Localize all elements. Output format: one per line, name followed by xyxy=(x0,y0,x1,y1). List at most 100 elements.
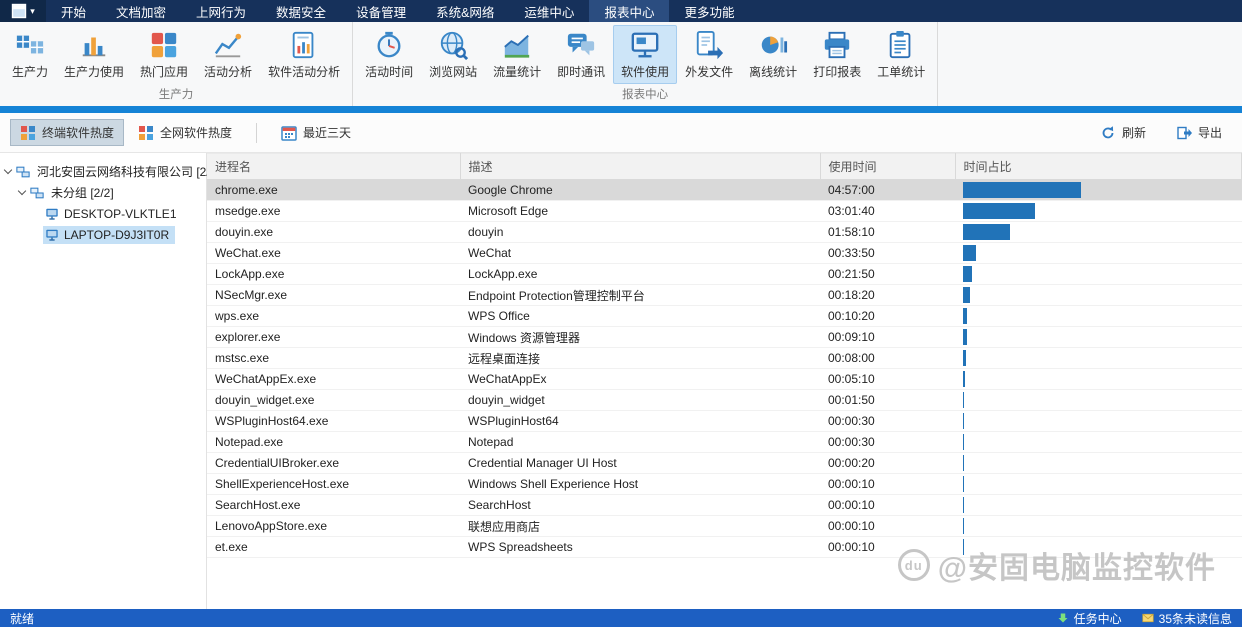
cell-time: 00:33:50 xyxy=(820,243,955,264)
ribbon-item-activity-analysis[interactable]: 活动分析 xyxy=(196,25,260,84)
export-button[interactable]: 导出 xyxy=(1166,119,1232,146)
cell-process: NSecMgr.exe xyxy=(207,285,460,306)
table-row[interactable]: WeChat.exeWeChat00:33:50 xyxy=(207,243,1242,264)
ribbon-item-traffic[interactable]: 流量统计 xyxy=(485,25,549,84)
cell-desc: WPS Office xyxy=(460,306,820,327)
tree-item-ungrouped[interactable]: 未分组 [2/2] xyxy=(0,182,206,203)
date-range-button[interactable]: 最近三天 xyxy=(271,119,361,146)
network-software-heat-button[interactable]: 全网软件热度 xyxy=(128,119,242,146)
outgoing-file-icon xyxy=(694,30,724,60)
cell-time: 00:09:10 xyxy=(820,327,955,348)
usage-bar xyxy=(963,497,964,513)
ribbon-group-label: 生产力 xyxy=(4,84,348,106)
table-row[interactable]: douyin_widget.exedouyin_widget00:01:50 xyxy=(207,390,1242,411)
table-row[interactable]: NSecMgr.exeEndpoint Protection管理控制平台00:1… xyxy=(207,285,1242,306)
table-row[interactable]: LenovoAppStore.exe联想应用商店00:00:10 xyxy=(207,516,1242,537)
table-row[interactable]: LockApp.exeLockApp.exe00:21:50 xyxy=(207,264,1242,285)
cell-usage-bar xyxy=(955,516,1242,537)
tree-item-computer[interactable]: DESKTOP-VLKTLE1 xyxy=(0,203,206,224)
table-row[interactable]: wps.exeWPS Office00:10:20 xyxy=(207,306,1242,327)
task-center-button[interactable]: 任务中心 xyxy=(1057,610,1122,627)
column-header[interactable]: 使用时间 xyxy=(820,154,955,180)
software-usage-icon xyxy=(630,30,660,60)
app-menu-button[interactable]: ▾ xyxy=(0,0,46,22)
menubar-item-5[interactable]: 设备管理 xyxy=(341,0,421,22)
usage-bar xyxy=(963,539,964,555)
column-header[interactable]: 时间占比 xyxy=(955,154,1242,180)
table-header-row: 进程名描述使用时间时间占比 xyxy=(207,154,1242,180)
cell-usage-bar xyxy=(955,285,1242,306)
table-row[interactable]: CredentialUIBroker.exeCredential Manager… xyxy=(207,453,1242,474)
usage-bar xyxy=(963,413,964,429)
cell-desc: LockApp.exe xyxy=(460,264,820,285)
ribbon-item-offline-stats[interactable]: 离线统计 xyxy=(741,25,805,84)
terminal-software-heat-button[interactable]: 终端软件热度 xyxy=(10,119,124,146)
usage-bar xyxy=(963,434,964,450)
table-row[interactable]: ShellExperienceHost.exeWindows Shell Exp… xyxy=(207,474,1242,495)
ribbon-item-productivity-grid[interactable]: 生产力 xyxy=(4,25,56,84)
ribbon-item-software-activity[interactable]: 软件活动分析 xyxy=(260,25,348,84)
main-area: 河北安固云网络科技有限公司 [2/2] 未分组 [2/2] DESKTOP-VL… xyxy=(0,153,1242,609)
table-row[interactable]: et.exeWPS Spreadsheets00:00:10 xyxy=(207,537,1242,558)
ribbon-item-software-usage[interactable]: 软件使用 xyxy=(613,25,677,84)
table-row[interactable]: msedge.exeMicrosoft Edge03:01:40 xyxy=(207,201,1242,222)
statusbar-right: 任务中心 35条未读信息 xyxy=(1057,610,1232,627)
cell-desc: Windows 资源管理器 xyxy=(460,327,820,348)
cell-usage-bar xyxy=(955,348,1242,369)
ribbon-item-chat[interactable]: 即时通讯 xyxy=(549,25,613,84)
table-row[interactable]: SearchHost.exeSearchHost00:00:10 xyxy=(207,495,1242,516)
menubar-item-1[interactable]: 开始 xyxy=(46,0,101,22)
cell-usage-bar xyxy=(955,453,1242,474)
export-icon xyxy=(1176,125,1192,141)
menubar-item-4[interactable]: 数据安全 xyxy=(261,0,341,22)
expand-arrow-icon[interactable] xyxy=(18,187,26,195)
menubar-item-7[interactable]: 运维中心 xyxy=(509,0,589,22)
cell-process: WeChat.exe xyxy=(207,243,460,264)
ribbon-item-hot-apps[interactable]: 热门应用 xyxy=(132,25,196,84)
cell-desc: WPS Spreadsheets xyxy=(460,537,820,558)
cell-usage-bar xyxy=(955,243,1242,264)
cell-desc: 联想应用商店 xyxy=(460,516,820,537)
usage-bar xyxy=(963,350,966,366)
tree-item-computer[interactable]: LAPTOP-D9J3IT0R xyxy=(0,224,206,245)
ribbon-item-globe[interactable]: 浏览网站 xyxy=(421,25,485,84)
ribbon-item-outgoing-file[interactable]: 外发文件 xyxy=(677,25,741,84)
menubar-item-6[interactable]: 系统&网络 xyxy=(421,0,509,22)
column-header[interactable]: 进程名 xyxy=(207,154,460,180)
ribbon-item-work-order[interactable]: 工单统计 xyxy=(869,25,933,84)
cell-process: ShellExperienceHost.exe xyxy=(207,474,460,495)
unread-messages-button[interactable]: 35条未读信息 xyxy=(1142,610,1232,627)
usage-bar xyxy=(963,371,965,387)
cell-process: LockApp.exe xyxy=(207,264,460,285)
menubar-item-3[interactable]: 上网行为 xyxy=(181,0,261,22)
task-center-label: 任务中心 xyxy=(1074,610,1122,627)
table-row[interactable]: explorer.exeWindows 资源管理器00:09:10 xyxy=(207,327,1242,348)
column-header[interactable]: 描述 xyxy=(460,154,820,180)
ribbon-item-productivity-usage[interactable]: 生产力使用 xyxy=(56,25,132,84)
activity-analysis-icon xyxy=(213,30,243,60)
table-row[interactable]: WSPluginHost64.exeWSPluginHost6400:00:30 xyxy=(207,411,1242,432)
expand-arrow-icon[interactable] xyxy=(4,166,12,174)
table-row[interactable]: Notepad.exeNotepad00:00:30 xyxy=(207,432,1242,453)
ribbon-item-label: 浏览网站 xyxy=(429,63,477,80)
cell-time: 00:00:10 xyxy=(820,474,955,495)
cell-usage-bar xyxy=(955,474,1242,495)
ribbon-item-printer[interactable]: 打印报表 xyxy=(805,25,869,84)
table-row[interactable]: WeChatAppEx.exeWeChatAppEx00:05:10 xyxy=(207,369,1242,390)
menubar-item-8[interactable]: 报表中心 xyxy=(589,0,669,22)
usage-bar xyxy=(963,308,967,324)
refresh-button[interactable]: 刷新 xyxy=(1090,119,1156,146)
cell-desc: WeChatAppEx xyxy=(460,369,820,390)
table-row[interactable]: douyin.exedouyin01:58:10 xyxy=(207,222,1242,243)
tree-item-company[interactable]: 河北安固云网络科技有限公司 [2/2] xyxy=(0,161,206,182)
cell-desc: WeChat xyxy=(460,243,820,264)
ribbon-item-label: 热门应用 xyxy=(140,63,188,80)
ribbon-item-clock[interactable]: 活动时间 xyxy=(357,25,421,84)
table-row[interactable]: chrome.exeGoogle Chrome04:57:00 xyxy=(207,180,1242,201)
menubar-item-2[interactable]: 文档加密 xyxy=(101,0,181,22)
ribbon: 生产力生产力使用热门应用活动分析软件活动分析生产力活动时间浏览网站流量统计即时通… xyxy=(0,22,1242,106)
ribbon-item-label: 生产力 xyxy=(12,63,48,80)
menubar-item-9[interactable]: 更多功能 xyxy=(669,0,749,22)
table-row[interactable]: mstsc.exe远程桌面连接00:08:00 xyxy=(207,348,1242,369)
status-text: 就绪 xyxy=(10,610,34,627)
